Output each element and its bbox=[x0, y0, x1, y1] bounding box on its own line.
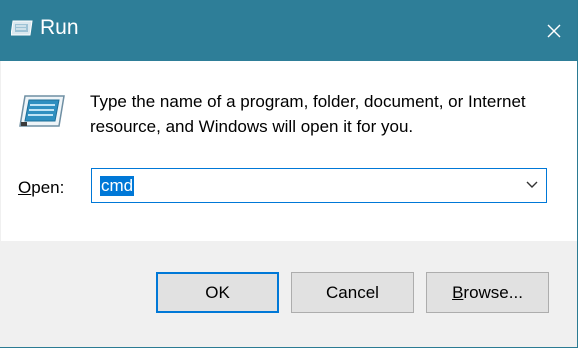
browse-button[interactable]: Browse... bbox=[426, 272, 549, 313]
open-combobox[interactable]: cmd bbox=[91, 168, 547, 203]
browse-label-text: rowse... bbox=[463, 282, 523, 302]
window-title: Run bbox=[40, 16, 79, 39]
run-icon bbox=[11, 20, 33, 36]
dialog-content: Type the name of a program, folder, docu… bbox=[1, 61, 577, 241]
title-bar[interactable]: Run bbox=[0, 0, 577, 61]
run-description: Type the name of a program, folder, docu… bbox=[90, 92, 526, 136]
cancel-button[interactable]: Cancel bbox=[291, 272, 414, 313]
browse-accesskey: B bbox=[452, 282, 464, 302]
run-program-icon bbox=[19, 95, 65, 127]
open-input-value[interactable]: cmd bbox=[100, 176, 135, 196]
close-button[interactable] bbox=[531, 0, 577, 61]
open-label-accesskey: O bbox=[18, 178, 32, 197]
run-dialog: Run Type the name of a program, folder, … bbox=[0, 0, 578, 348]
close-icon bbox=[547, 24, 561, 37]
open-label-text: pen: bbox=[31, 178, 65, 197]
chevron-down-icon[interactable] bbox=[526, 180, 538, 190]
open-label: Open: bbox=[18, 177, 64, 199]
ok-button[interactable]: OK bbox=[156, 272, 279, 313]
